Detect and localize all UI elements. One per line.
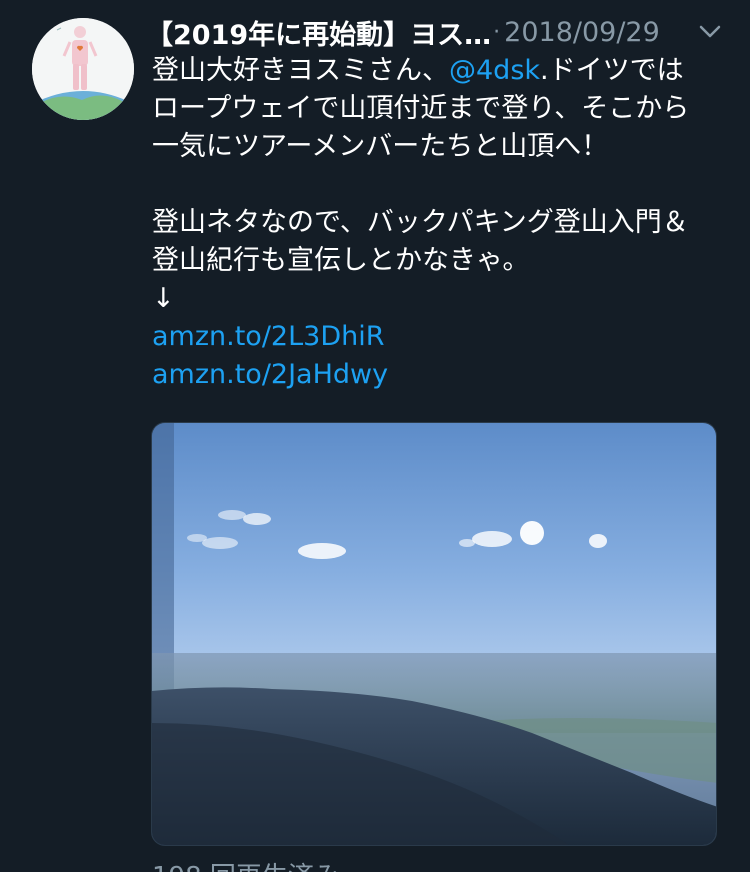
tweet-header: 【2019年に再始動】ヨス… · 2018/09/29 xyxy=(146,12,724,52)
display-name[interactable]: 【2019年に再始動】ヨス… xyxy=(146,13,491,52)
tweet-line-2: ロープウェイで山頂付近まで登り、そこから xyxy=(152,93,690,124)
tweet-line-1: 登山大好きヨスミさん、@4dsk.ドイツでは xyxy=(152,52,722,90)
tweet-line-4: 登山ネタなので、バックパキング登山入門＆ xyxy=(152,207,689,238)
mention-link[interactable]: @4dsk xyxy=(449,55,540,86)
tweet-line-5: 登山紀行も宣伝しとかなきゃ。 xyxy=(152,245,530,276)
tweet-text-part: 登山大好きヨスミさん、 xyxy=(152,55,449,86)
amazon-link-1[interactable]: amzn.to/2L3DhiR xyxy=(152,318,722,356)
amazon-link-2[interactable]: amzn.to/2JaHdwy xyxy=(152,356,722,394)
avatar[interactable] xyxy=(32,18,134,120)
tweet-date[interactable]: 2018/09/29 xyxy=(504,17,660,48)
video-thumbnail xyxy=(152,423,716,845)
tweet-text-part: .ドイツでは xyxy=(540,55,684,86)
arrow-down-glyph: ↓ xyxy=(152,283,175,314)
avatar-illustration xyxy=(32,18,134,120)
tweet: 【2019年に再始動】ヨス… · 2018/09/29 登山大好きヨスミさん、@… xyxy=(0,0,750,872)
chevron-down-icon[interactable] xyxy=(696,18,724,46)
view-count: 198 回再生済み xyxy=(152,856,340,872)
tweet-line-3: 一気にツアーメンバーたちと山頂へ！ xyxy=(152,131,609,162)
video-media[interactable] xyxy=(151,422,717,846)
header-separator: · xyxy=(493,19,501,45)
tweet-text: 登山大好きヨスミさん、@4dsk.ドイツでは ロープウェイで山頂付近まで登り、そ… xyxy=(152,52,722,394)
